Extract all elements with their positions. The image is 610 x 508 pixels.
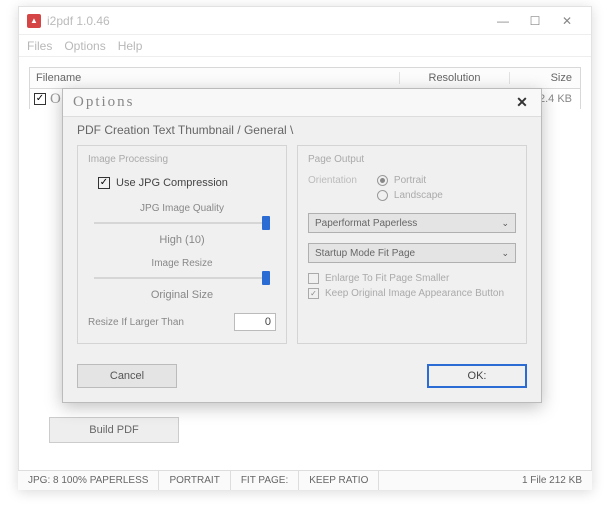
menu-options[interactable]: Options xyxy=(64,39,105,53)
image-resize-label: Image Resize xyxy=(88,258,276,269)
titlebar: ▲ i2pdf 1.0.46 — ☐ ✕ xyxy=(19,7,591,35)
image-resize-value: Original Size xyxy=(88,289,276,301)
options-dialog: Options ✕ PDF Creation Text Thumbnail / … xyxy=(62,88,542,403)
col-resolution[interactable]: Resolution xyxy=(400,72,510,84)
jpg-quality-value: High (10) xyxy=(88,234,276,246)
chevron-down-icon: ⌄ xyxy=(501,248,509,259)
use-jpg-checkbox[interactable]: ✓ xyxy=(98,177,110,189)
use-jpg-label: Use JPG Compression xyxy=(116,177,228,189)
build-pdf-button[interactable]: Build PDF xyxy=(49,417,179,443)
enlarge-label: Enlarge To Fit Page Smaller xyxy=(325,273,449,284)
status-fit: FIT PAGE: xyxy=(231,471,299,490)
cancel-button[interactable]: Cancel xyxy=(77,364,177,388)
status-files: 1 File 212 KB xyxy=(512,475,592,486)
row-checkbox[interactable]: ✓ xyxy=(34,93,46,105)
orientation-label: Orientation xyxy=(308,173,357,186)
table-header: Filename Resolution Size xyxy=(29,67,581,89)
app-title: i2pdf 1.0.46 xyxy=(47,14,487,28)
maximize-button[interactable]: ☐ xyxy=(519,11,551,31)
image-resize-slider[interactable] xyxy=(94,273,270,283)
dialog-title: Options xyxy=(73,94,513,111)
status-orient: PORTRAIT xyxy=(159,471,230,490)
dialog-tabs[interactable]: PDF Creation Text Thumbnail / General \ xyxy=(63,117,541,139)
jpg-quality-slider[interactable] xyxy=(94,218,270,228)
close-button[interactable]: ✕ xyxy=(551,11,583,31)
resize-if-input[interactable] xyxy=(234,313,276,331)
landscape-label: Landscape xyxy=(394,190,443,201)
dialog-close-button[interactable]: ✕ xyxy=(513,94,531,112)
col-size[interactable]: Size xyxy=(510,72,580,84)
status-jpg: JPG: 8 100% PAPERLESS xyxy=(18,471,159,490)
resize-if-label: Resize If Larger Than xyxy=(88,317,184,328)
statusbar: JPG: 8 100% PAPERLESS PORTRAIT FIT PAGE:… xyxy=(18,470,592,490)
app-icon: ▲ xyxy=(27,14,41,28)
portrait-radio[interactable] xyxy=(377,175,388,186)
status-keep: KEEP RATIO xyxy=(299,471,379,490)
menubar: Files Options Help xyxy=(19,35,591,57)
startup-mode-combo[interactable]: Startup Mode Fit Page ⌄ xyxy=(308,243,516,263)
keep-appearance-checkbox[interactable]: ✓ xyxy=(308,288,319,299)
col-filename[interactable]: Filename xyxy=(30,72,400,84)
image-processing-group: Image Processing ✓ Use JPG Compression J… xyxy=(77,145,287,344)
ok-button[interactable]: OK: xyxy=(427,364,527,388)
minimize-button[interactable]: — xyxy=(487,11,519,31)
page-group-title: Page Output xyxy=(308,154,516,165)
keep-appearance-label: Keep Original Image Appearance Button xyxy=(325,288,504,299)
menu-help[interactable]: Help xyxy=(118,39,143,53)
landscape-radio[interactable] xyxy=(377,190,388,201)
menu-files[interactable]: Files xyxy=(27,39,52,53)
jpg-quality-label: JPG Image Quality xyxy=(88,203,276,214)
portrait-label: Portrait xyxy=(394,175,426,186)
paperformat-combo[interactable]: Paperformat Paperless ⌄ xyxy=(308,213,516,233)
page-output-group: Page Output Orientation Portrait Landsca… xyxy=(297,145,527,344)
image-group-title: Image Processing xyxy=(88,154,276,165)
chevron-down-icon: ⌄ xyxy=(501,218,509,229)
enlarge-checkbox[interactable] xyxy=(308,273,319,284)
